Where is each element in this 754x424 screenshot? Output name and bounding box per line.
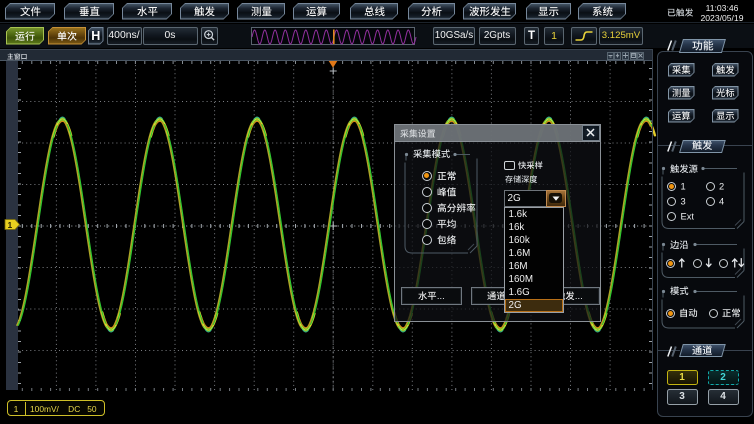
svg-text:1: 1 xyxy=(8,220,13,230)
